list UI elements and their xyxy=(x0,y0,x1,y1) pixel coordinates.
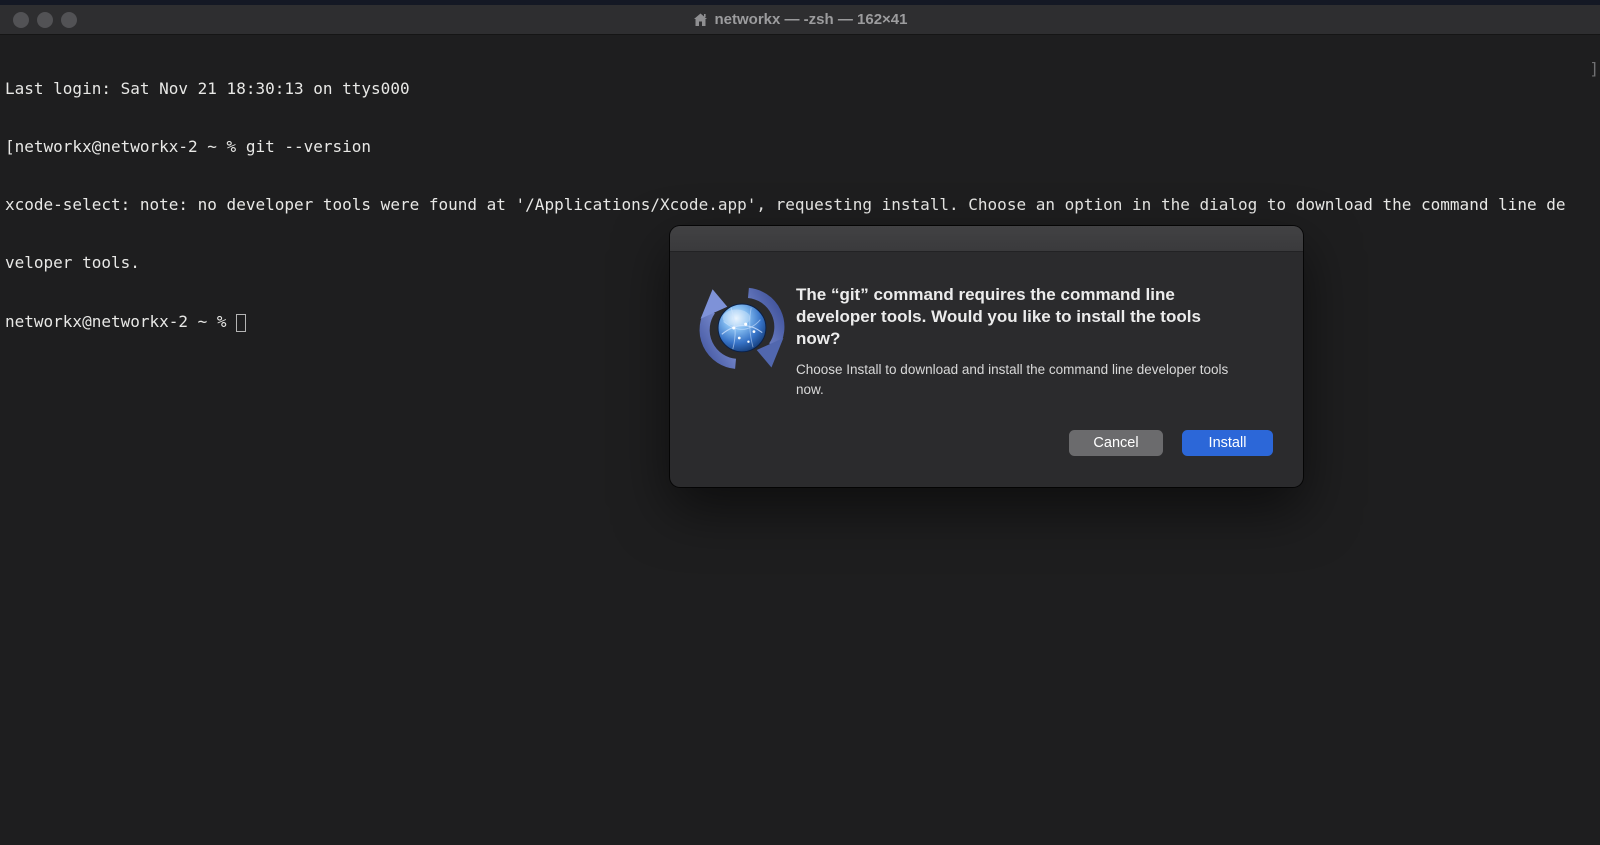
home-folder-icon xyxy=(693,13,708,27)
terminal-cursor xyxy=(236,314,246,332)
install-button[interactable]: Install xyxy=(1182,430,1273,456)
cancel-button[interactable]: Cancel xyxy=(1069,430,1163,456)
dialog-button-row: Cancel Install xyxy=(1069,430,1273,456)
install-developer-tools-dialog: The “git” command requires the command l… xyxy=(670,226,1303,487)
dialog-body-text: Choose Install to download and install t… xyxy=(796,360,1236,399)
minimize-button[interactable] xyxy=(37,12,53,28)
terminal-line: Last login: Sat Nov 21 18:30:13 on ttys0… xyxy=(5,79,1600,98)
software-update-icon xyxy=(696,281,788,373)
terminal-line: xcode-select: note: no developer tools w… xyxy=(5,195,1600,214)
terminal-titlebar[interactable]: networkx — -zsh — 162×41 xyxy=(0,5,1600,35)
terminal-line-end-mark: ] xyxy=(1589,59,1599,78)
dialog-heading: The “git” command requires the command l… xyxy=(796,284,1246,350)
zoom-button[interactable] xyxy=(61,12,77,28)
close-button[interactable] xyxy=(13,12,29,28)
dialog-content: The “git” command requires the command l… xyxy=(670,252,1303,486)
window-controls xyxy=(13,12,77,28)
window-title-text: networkx — -zsh — 162×41 xyxy=(715,11,908,28)
terminal-prompt-text: networkx@networkx-2 ~ % xyxy=(5,312,236,331)
dialog-titlebar[interactable] xyxy=(670,226,1303,252)
terminal-line: [networkx@networkx-2 ~ % git --version xyxy=(5,137,1600,156)
window-title: networkx — -zsh — 162×41 xyxy=(693,11,908,28)
